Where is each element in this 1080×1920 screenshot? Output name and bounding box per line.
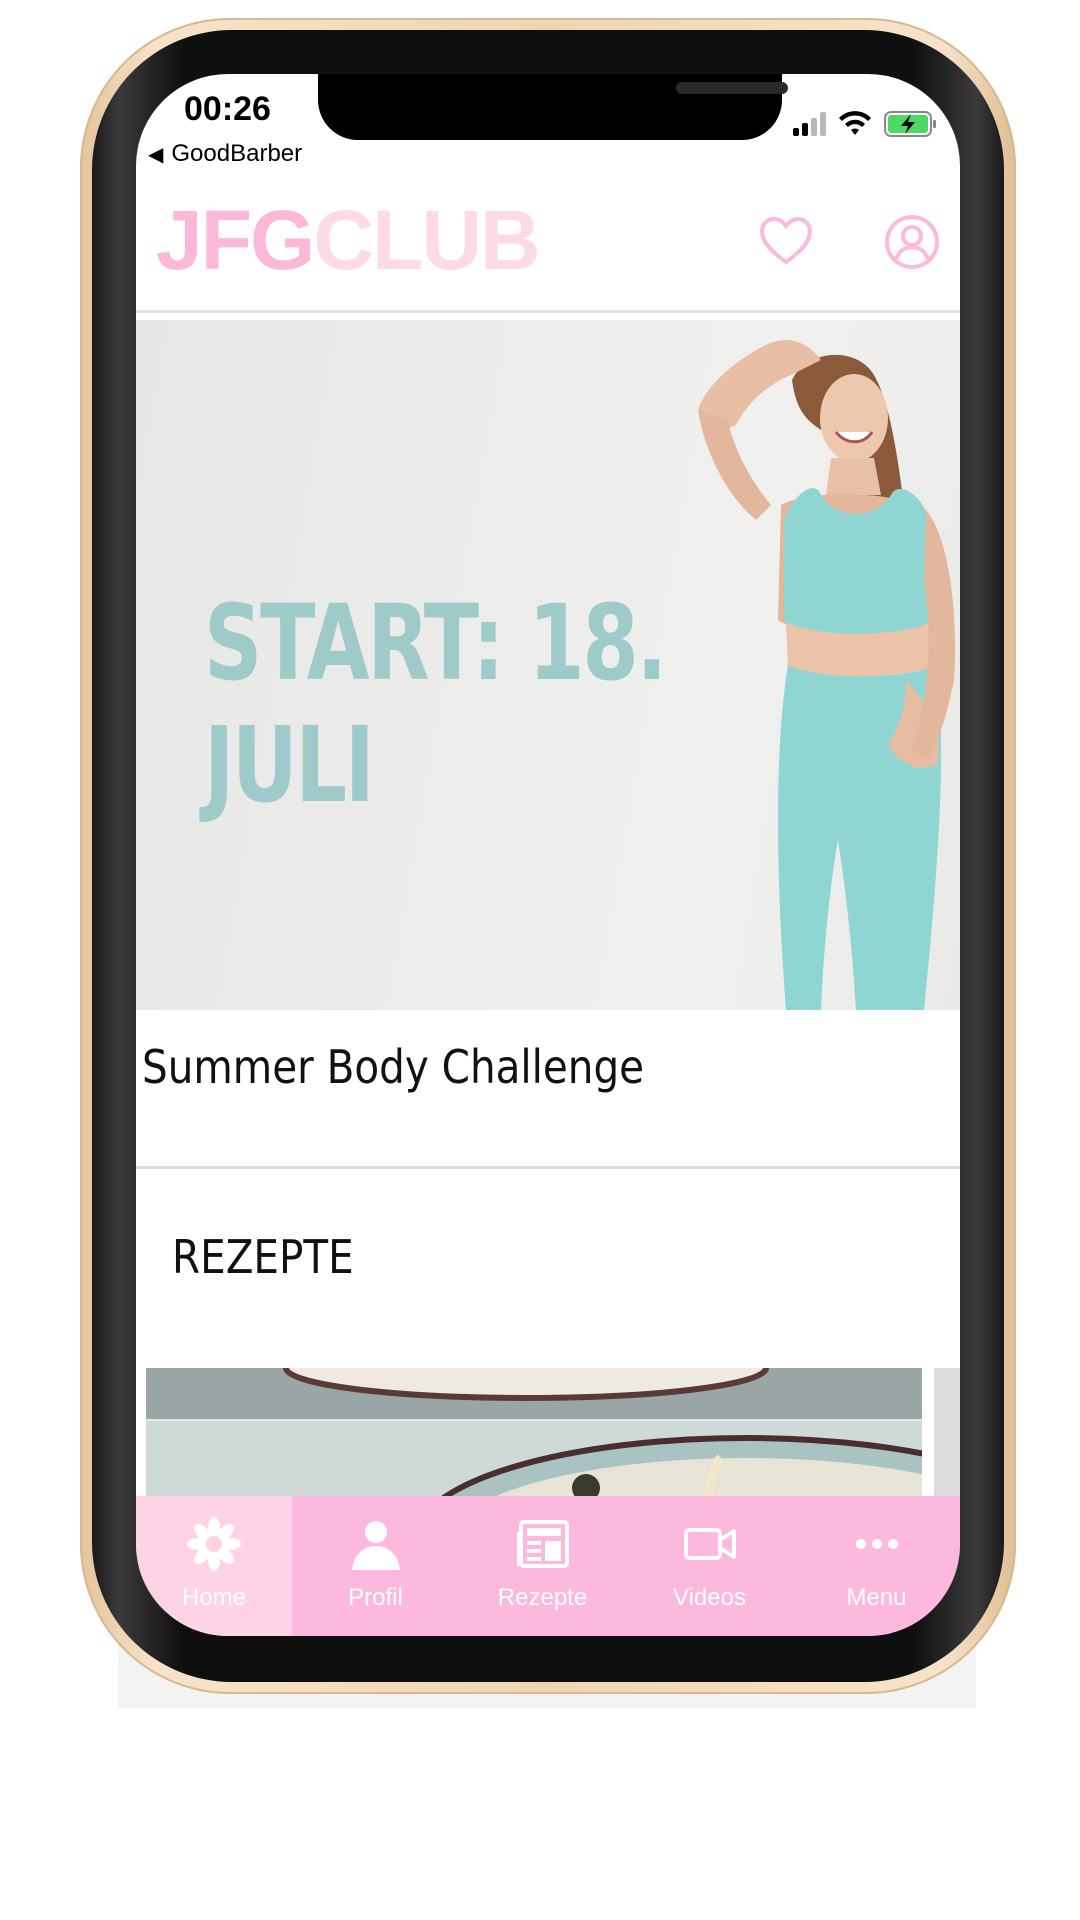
card-title: Summer Body Challenge xyxy=(142,1040,645,1094)
hero-woman-image xyxy=(698,340,956,1010)
tab-rezepte[interactable]: Rezepte xyxy=(459,1496,626,1636)
hero-banner[interactable]: START: 18. JULI xyxy=(136,320,960,1010)
person-icon xyxy=(346,1516,406,1572)
status-time: 00:26 xyxy=(184,90,271,128)
video-camera-icon xyxy=(680,1516,740,1572)
recipe-card-image[interactable] xyxy=(146,1368,922,1508)
tab-home-label: Home xyxy=(181,1584,247,1611)
recipe-card-next[interactable] xyxy=(934,1368,960,1508)
tab-menu[interactable]: Menu xyxy=(793,1496,960,1636)
tab-menu-label: Menu xyxy=(846,1584,907,1611)
cellular-signal-icon xyxy=(793,112,826,136)
back-app-label: GoodBarber xyxy=(171,140,303,167)
recipe-bowl-image xyxy=(146,1368,922,1508)
tab-profil-label: Profil xyxy=(348,1584,403,1611)
status-icons xyxy=(793,110,938,138)
speaker xyxy=(676,82,788,94)
bottom-tab-bar: Home Profil Rezepte Videos Menu xyxy=(136,1496,960,1636)
back-to-app-link[interactable]: ◀ GoodBarber xyxy=(148,140,302,168)
card-title-row[interactable]: Summer Body Challenge xyxy=(136,1010,960,1169)
flower-icon xyxy=(184,1516,244,1572)
jfgclub-logo[interactable]: JFGCLUB xyxy=(156,192,541,289)
tab-videos-label: Videos xyxy=(673,1584,746,1611)
tab-profil[interactable]: Profil xyxy=(292,1496,459,1636)
profile-icon[interactable] xyxy=(884,214,940,270)
app-header: JFGCLUB xyxy=(136,186,960,313)
tab-home[interactable]: Home xyxy=(136,1496,292,1636)
section-title-rezepte: REZEPTE xyxy=(172,1230,354,1284)
notch xyxy=(318,74,788,140)
tab-videos[interactable]: Videos xyxy=(626,1496,793,1636)
tab-rezepte-label: Rezepte xyxy=(497,1584,588,1611)
back-triangle-icon: ◀ xyxy=(148,143,164,166)
wifi-icon xyxy=(839,111,871,135)
phone-screen: 00:26 ◀ GoodBarber JFGCLUB START: 18. JU… xyxy=(136,74,960,1636)
heart-icon[interactable] xyxy=(758,214,814,270)
more-dots-icon xyxy=(847,1516,907,1572)
newspaper-icon xyxy=(513,1516,573,1572)
battery-charging-icon xyxy=(884,111,936,137)
